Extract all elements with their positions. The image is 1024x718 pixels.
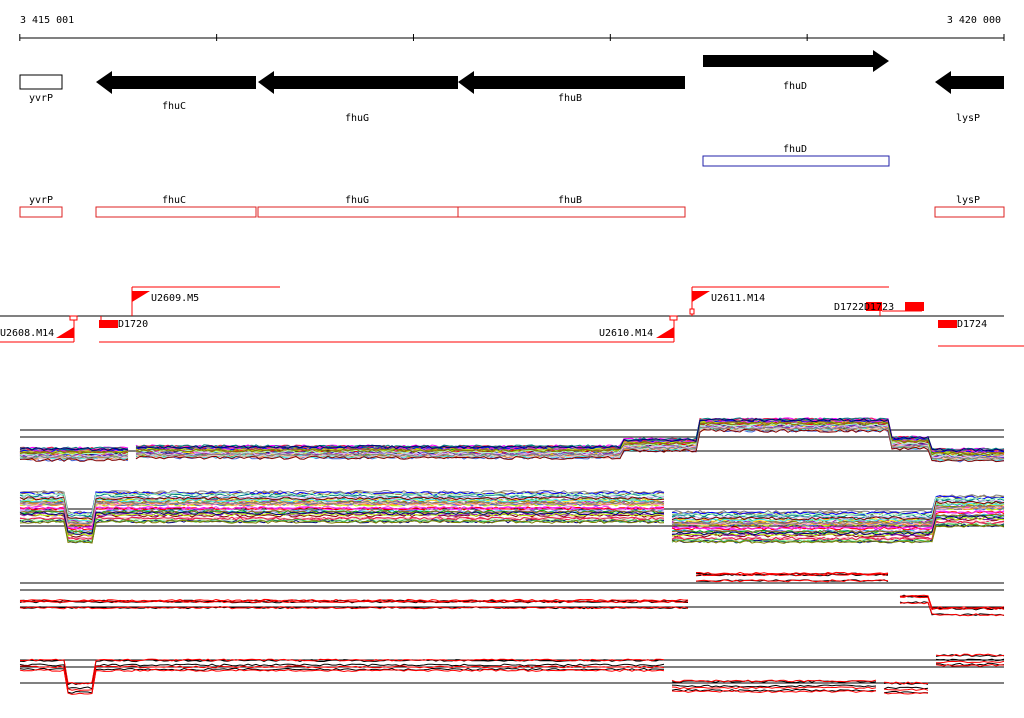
feature-D1720-block[interactable] [99, 320, 118, 328]
annotation-fhuD-box[interactable] [702, 155, 890, 167]
annotation-lysP-label: lysP [956, 195, 980, 206]
feature-U2608-M14-label: U2608.M14 [0, 328, 54, 339]
ruler-start-label: 3 415 001 [20, 15, 74, 26]
feature-U2610-M14-label: U2610.M14 [599, 328, 653, 339]
gene-fhuG-arrow[interactable] [258, 71, 458, 94]
feature-D1724-label: D1724 [957, 319, 987, 330]
feature-D1720[interactable]: D1720 [99, 316, 148, 330]
feature-U2610-M14-flag-icon [656, 327, 674, 338]
signal-line [19, 573, 1005, 611]
feature-D1723-block[interactable] [905, 302, 924, 311]
gene-yvrP-label: yvrP [29, 93, 53, 104]
feature-U2611-M14-marker [689, 308, 695, 315]
signal-line [19, 572, 1005, 610]
feature-U2608-M14-flag-icon [56, 327, 74, 338]
gene-fhuB-label: fhuB [558, 93, 582, 104]
annotation-fhuC-box[interactable] [95, 206, 257, 218]
gene-lysP[interactable]: lysP [935, 71, 1004, 124]
gene-fhuD[interactable]: fhuD [703, 50, 889, 92]
gene-yvrP-box[interactable] [19, 74, 63, 90]
signal-line [19, 658, 1005, 690]
feature-D1724-block[interactable] [938, 320, 957, 328]
annotation-fhuC[interactable]: fhuC [95, 195, 257, 218]
annotation-fhuG-label: fhuG [345, 195, 369, 206]
annotation-fhuD[interactable]: fhuD [702, 144, 890, 167]
feature-U2610-M14[interactable]: U2610.M14 [99, 315, 678, 343]
annotation-fhuG-box[interactable] [257, 206, 459, 218]
feature-U2608-M14[interactable]: U2608.M14 [0, 315, 78, 343]
gene-fhuD-arrow[interactable] [703, 50, 889, 72]
gene-fhuG[interactable]: fhuG [258, 71, 458, 124]
annotation-yvrP-box[interactable] [19, 206, 63, 218]
feature-D1720-label: D1720 [118, 319, 148, 330]
annotation-lysP[interactable]: lysP [934, 195, 1005, 218]
annotation-lysP-box[interactable] [934, 206, 1005, 218]
feature-D1723-label: D1723 [864, 302, 894, 313]
annotation-fhuC-label: fhuC [162, 195, 186, 206]
annotation-fhuD-label: fhuD [783, 144, 807, 155]
gene-fhuB-arrow[interactable] [458, 71, 685, 94]
gene-fhuC-label: fhuC [162, 101, 186, 112]
gene-fhuD-label: fhuD [783, 81, 807, 92]
gene-fhuG-label: fhuG [345, 113, 369, 124]
feature-U2609-M5-flag-icon [132, 291, 150, 302]
annotation-fhuB-label: fhuB [558, 195, 582, 206]
gene-fhuB[interactable]: fhuB [458, 71, 685, 104]
expression-tracks [19, 417, 1005, 695]
signal-line [19, 579, 1005, 617]
feature-track: U2609.M5 U2611.M14 D1722 D1723 U2608.M14… [0, 286, 1024, 347]
annotation-yvrP-label: yvrP [29, 195, 53, 206]
feature-U2609-M5-label: U2609.M5 [151, 293, 199, 304]
gene-fhuC-arrow[interactable] [96, 71, 256, 94]
feature-D1724[interactable]: D1724 [938, 319, 1024, 347]
annotation-track: yvrP fhuC fhuG fhuB lysP [19, 195, 1005, 218]
coordinate-ruler: 3 415 001 3 420 000 [19, 15, 1005, 41]
signal-line [19, 579, 1005, 617]
feature-D1722-label: D1722 [834, 302, 864, 313]
feature-U2611-M14-flag-icon [692, 291, 710, 302]
feature-U2610-M14-marker [669, 315, 678, 321]
ruler-end-label: 3 420 000 [947, 15, 1001, 26]
annotation-fhuB[interactable]: fhuB [457, 195, 686, 218]
signal-line [19, 573, 1005, 611]
genome-browser-canvas: 3 415 001 3 420 000 yvrP fhuC fhuG fhuB … [0, 15, 1024, 695]
gene-lysP-label: lysP [956, 113, 980, 124]
annotation-fhuB-box[interactable] [457, 206, 686, 218]
feature-D1723[interactable]: D1723 [864, 302, 924, 313]
gene-fhuC[interactable]: fhuC [96, 71, 256, 112]
annotation-fhuG[interactable]: fhuG [257, 195, 459, 218]
genome-browser-view: 3 415 001 3 420 000 yvrP fhuC fhuG fhuB … [0, 0, 1024, 714]
annotation-yvrP[interactable]: yvrP [19, 195, 63, 218]
feature-U2611-M14-label: U2611.M14 [711, 293, 765, 304]
gene-track: yvrP fhuC fhuG fhuB fhuD lysP [19, 50, 1004, 124]
gene-lysP-arrow[interactable] [935, 71, 1004, 94]
feature-U2609-M5[interactable]: U2609.M5 [131, 286, 280, 316]
feature-U2608-M14-marker [69, 315, 78, 321]
gene-yvrP[interactable]: yvrP [19, 74, 63, 104]
